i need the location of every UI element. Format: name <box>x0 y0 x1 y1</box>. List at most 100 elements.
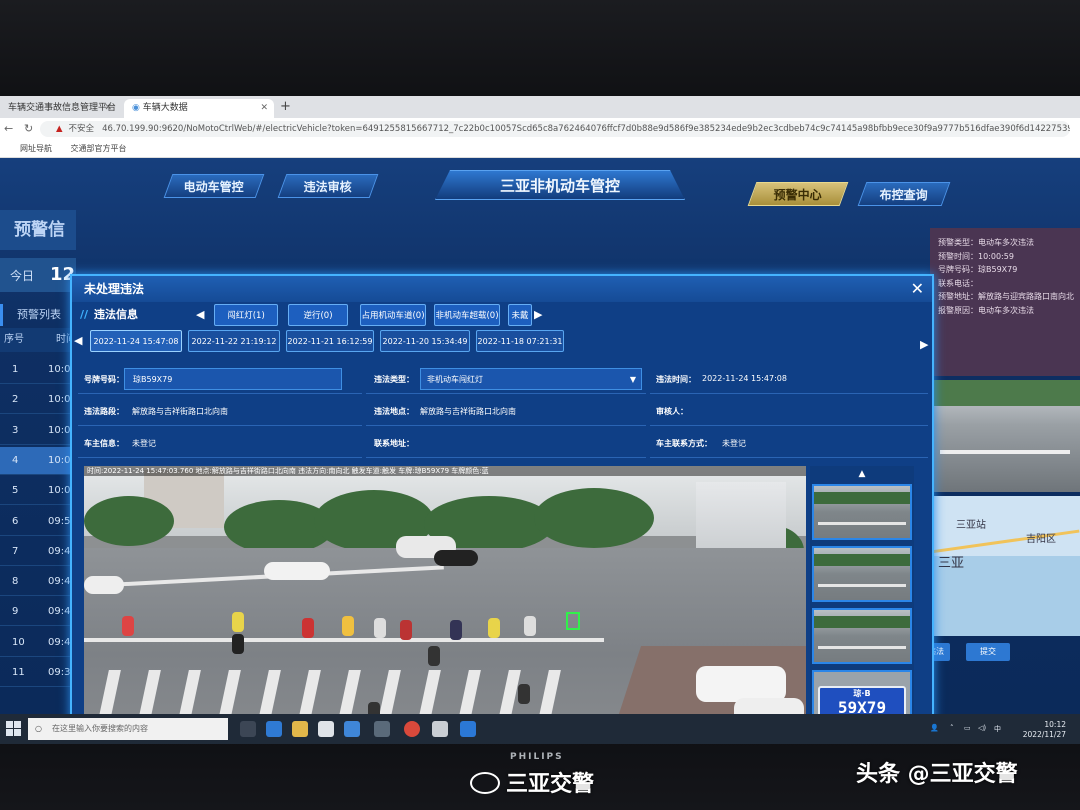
app-root: 电动车管控 违法审核 三亚非机动车管控 预警中心 布控查询 预警信 今日 12 预… <box>0 158 1080 744</box>
row-no: 8 <box>12 576 19 588</box>
ime-indicator[interactable]: 中 <box>994 724 1001 734</box>
next-date-icon[interactable]: ▶ <box>920 338 928 351</box>
date-button[interactable]: 2022-11-21 16:12:59 <box>286 330 374 352</box>
watermark-left: 三亚交警 <box>470 766 594 798</box>
bars-icon: // <box>80 308 89 321</box>
windows-icon[interactable] <box>6 721 22 737</box>
table-row[interactable]: 10 09:42 <box>0 629 77 657</box>
date-button[interactable]: 2022-11-18 07:21:31 <box>476 330 564 352</box>
table-row[interactable]: 1 10:08 <box>0 356 77 384</box>
category-wrong-way[interactable]: 逆行(0) <box>288 304 348 326</box>
table-row[interactable]: 5 10:00 <box>0 477 77 506</box>
task-view-icon[interactable] <box>240 721 256 737</box>
violation-video[interactable]: 时间:2022-11-24 15:47:03.760 地点:解放路与吉祥街路口北… <box>84 466 806 744</box>
date-button[interactable]: 2022-11-20 15:34:49 <box>380 330 470 352</box>
search-icon: ○ <box>35 724 42 733</box>
chevron-up-icon[interactable]: ˄ <box>950 724 954 732</box>
owner-value: 未登记 <box>132 439 156 448</box>
row-no: 10 <box>12 636 25 648</box>
taskbar-clock[interactable]: 10:12 2022/11/27 <box>1023 720 1066 740</box>
snapshot-thumb[interactable] <box>812 484 912 540</box>
edge-icon[interactable] <box>266 721 282 737</box>
network-icon[interactable]: ▭ <box>964 724 971 732</box>
date-button[interactable]: 2022-11-22 21:19:12 <box>188 330 280 352</box>
tab-violation-review[interactable]: 违法审核 <box>277 174 379 198</box>
plate-field[interactable]: 琼B59X79 <box>124 368 342 390</box>
type-label: 违法类型： <box>374 375 414 384</box>
video-rider <box>450 620 462 640</box>
info-line: 预警时间：10:00:59 <box>938 251 1014 261</box>
app-icon[interactable] <box>432 721 448 737</box>
bookmark-item[interactable]: 网址导航 <box>20 144 52 153</box>
tab-control-query[interactable]: 布控查询 <box>857 182 951 206</box>
road-value: 解放路与吉祥街路口北向南 <box>132 407 228 416</box>
app-title: 三亚非机动车管控 <box>435 170 685 200</box>
owner-label: 车主信息： <box>84 439 124 448</box>
category-red-light[interactable]: 闯红灯(1) <box>214 304 278 326</box>
table-row[interactable]: 6 09:55 <box>0 508 77 536</box>
violation-info-grid: 号牌号码： 琼B59X79 违法类型： 非机动车闯红灯 ▼ 违法时间： 2022-… <box>78 364 928 460</box>
person-icon[interactable]: 👤 <box>930 724 939 732</box>
taskbar-search[interactable]: ○ 在这里输入你要搜索的内容 <box>28 718 228 740</box>
table-row[interactable]: 9 09:45 <box>0 598 77 627</box>
tab-ebike-control[interactable]: 电动车管控 <box>163 174 265 198</box>
detection-box <box>566 612 580 630</box>
tab-alert-center[interactable]: 预警中心 <box>747 182 849 206</box>
table-row[interactable]: 11 09:31 <box>0 659 77 687</box>
mail-icon[interactable] <box>344 721 360 737</box>
table-row[interactable]: 2 10:07 <box>0 386 77 415</box>
next-category-icon[interactable]: ▶ <box>534 308 542 321</box>
submit-button[interactable]: 提交 <box>966 643 1010 661</box>
phone-value: 未登记 <box>722 439 746 448</box>
video-car <box>696 666 786 702</box>
new-tab-icon[interactable]: + <box>280 99 291 114</box>
browser-tab-2[interactable]: ◉ 车辆大数据 ✕ <box>124 99 274 118</box>
list-title: 预警列表 <box>0 304 76 326</box>
table-row[interactable]: 7 09:49 <box>0 538 77 566</box>
snapshot-thumb[interactable] <box>812 608 912 664</box>
location-map[interactable]: 三亚站 吉阳区 三亚 <box>930 496 1080 636</box>
bookmark-item[interactable]: 交通部官方平台 <box>71 144 127 153</box>
app-icon[interactable] <box>374 721 390 737</box>
alert-detail-panel: 预警类型：电动车多次违法 预警时间：10:00:59 号牌号码：琼B59X79 … <box>906 228 1080 708</box>
url-input[interactable]: ▲ 不安全 46.70.199.90:9620/NoMotoCtrlWeb/#/el… <box>40 121 1070 137</box>
close-icon[interactable]: ✕ <box>260 99 268 118</box>
category-motor-lane[interactable]: 占用机动车道(0) <box>360 304 426 326</box>
prev-category-icon[interactable]: ◀ <box>196 308 204 321</box>
col-no: 序号 <box>4 334 24 345</box>
video-rider <box>302 618 314 638</box>
chevron-up-icon[interactable]: ▲ <box>810 466 914 482</box>
video-rider <box>518 684 530 704</box>
category-overload[interactable]: 非机动车超载(0) <box>434 304 500 326</box>
table-row[interactable]: 3 10:05 <box>0 417 77 445</box>
prev-date-icon[interactable]: ◀ <box>74 334 82 347</box>
date-button[interactable]: 2022-11-24 15:47:08 <box>90 330 182 352</box>
dialog-header: 未处理违法 ✕ <box>72 276 932 302</box>
close-icon[interactable]: ✕ <box>104 99 112 118</box>
today-counter: 今日 12 <box>0 258 76 292</box>
back-icon[interactable]: ← <box>4 122 13 135</box>
video-rider <box>488 618 500 638</box>
chrome-icon[interactable] <box>404 721 420 737</box>
monitor-brand: PHILIPS <box>510 752 564 762</box>
row-no: 11 <box>12 667 25 678</box>
panel-heading: 预警信 <box>0 210 76 250</box>
map-road <box>930 529 1080 554</box>
ie-icon[interactable] <box>460 721 476 737</box>
category-no-helmet[interactable]: 未戴 <box>508 304 532 326</box>
table-row[interactable]: 4 10:00 <box>0 446 77 475</box>
photo-frame: 车辆交通事故信息管理平台 ✕ ◉ 车辆大数据 ✕ + ← ↻ ▲ 不安全 46.70… <box>0 0 1080 810</box>
volume-icon[interactable]: ◁) <box>978 724 986 732</box>
reload-icon[interactable]: ↻ <box>24 122 33 135</box>
violation-type-select[interactable]: 非机动车闯红灯 ▼ <box>420 368 642 390</box>
phone-label: 车主联系方式： <box>656 439 712 448</box>
close-icon[interactable]: ✕ <box>911 276 924 302</box>
bookmarks-bar: 网址导航 交通部官方平台 <box>0 140 1080 158</box>
video-rider <box>342 616 354 636</box>
table-row[interactable]: 8 09:48 <box>0 568 77 597</box>
snapshot-thumb[interactable] <box>812 546 912 602</box>
folder-icon[interactable] <box>292 721 308 737</box>
dialog-title: 未处理违法 <box>84 282 145 296</box>
store-icon[interactable] <box>318 721 334 737</box>
browser-tab-1[interactable]: 车辆交通事故信息管理平台 ✕ <box>0 99 118 118</box>
